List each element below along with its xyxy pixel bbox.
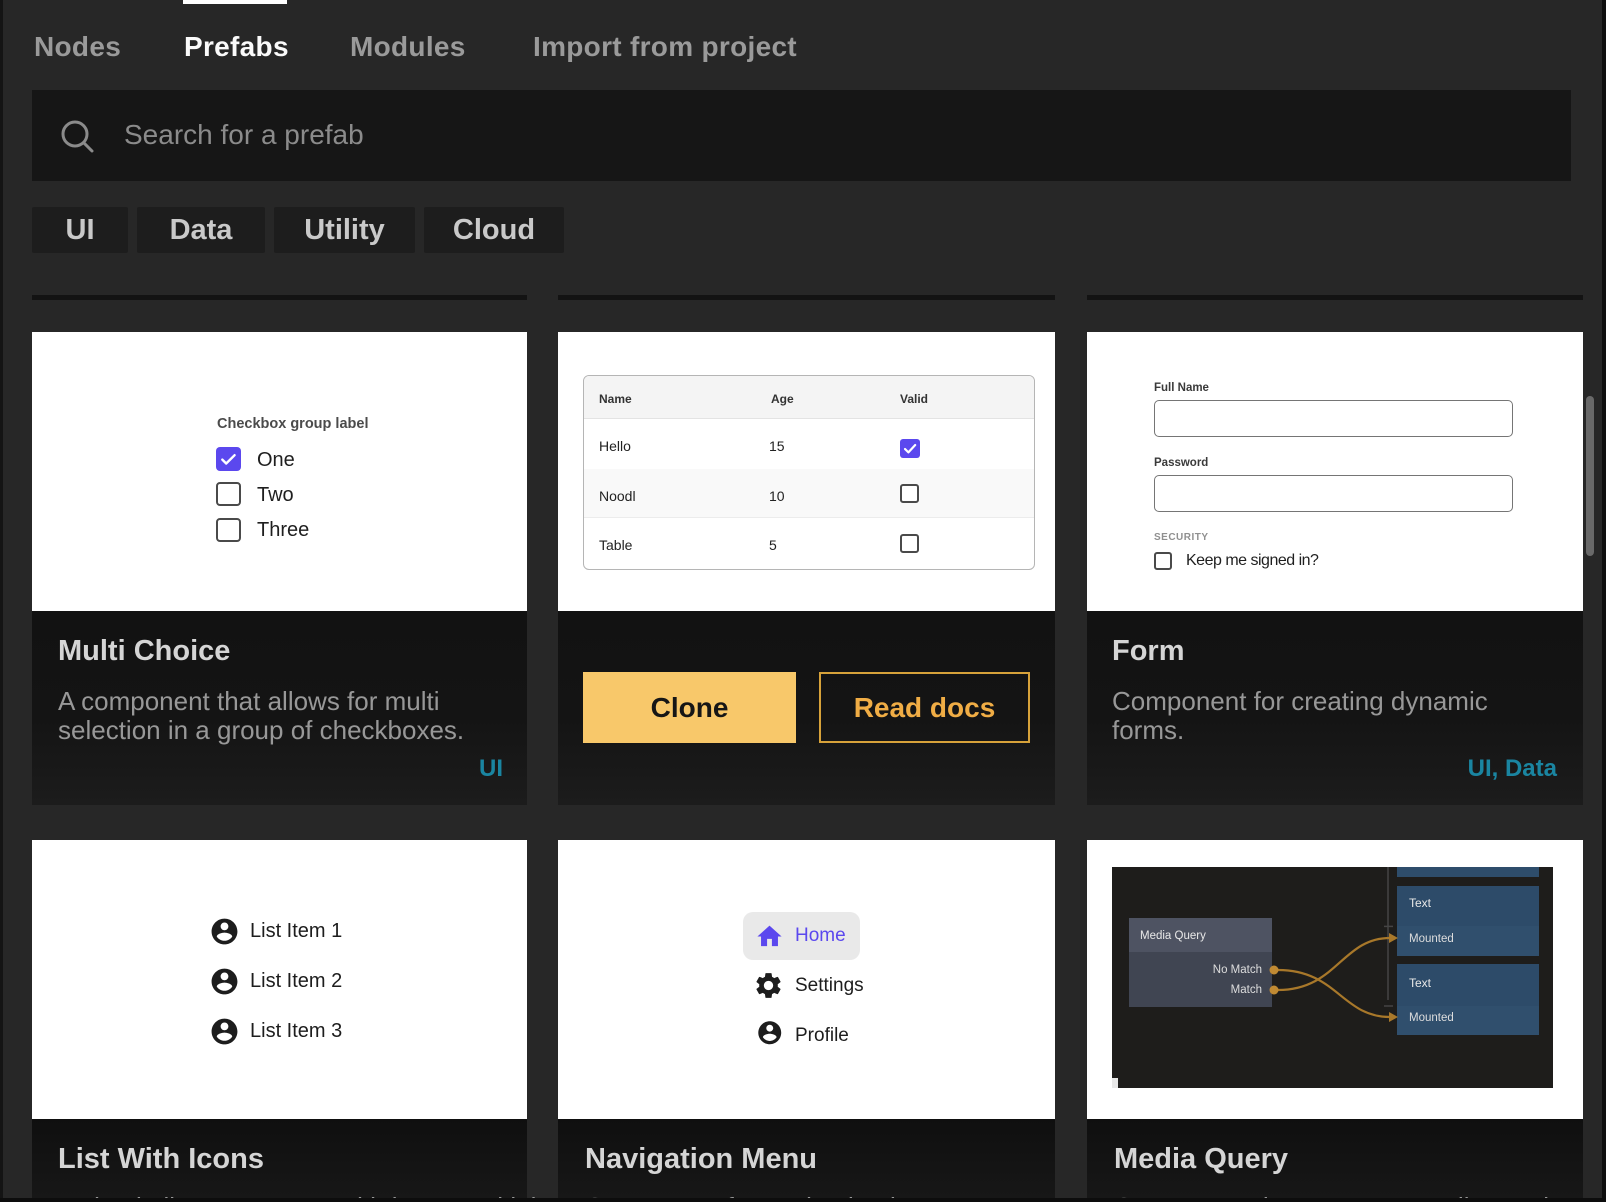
svg-text:Match: Match	[1231, 984, 1262, 996]
svg-text:Text: Text	[1409, 896, 1432, 910]
svg-text:Media Query: Media Query	[1140, 930, 1206, 942]
svg-text:Mounted: Mounted	[1409, 933, 1454, 945]
svg-text:Mounted: Mounted	[1409, 1012, 1454, 1024]
svg-text:Text: Text	[1409, 976, 1432, 990]
svg-text:No Match: No Match	[1213, 964, 1262, 976]
